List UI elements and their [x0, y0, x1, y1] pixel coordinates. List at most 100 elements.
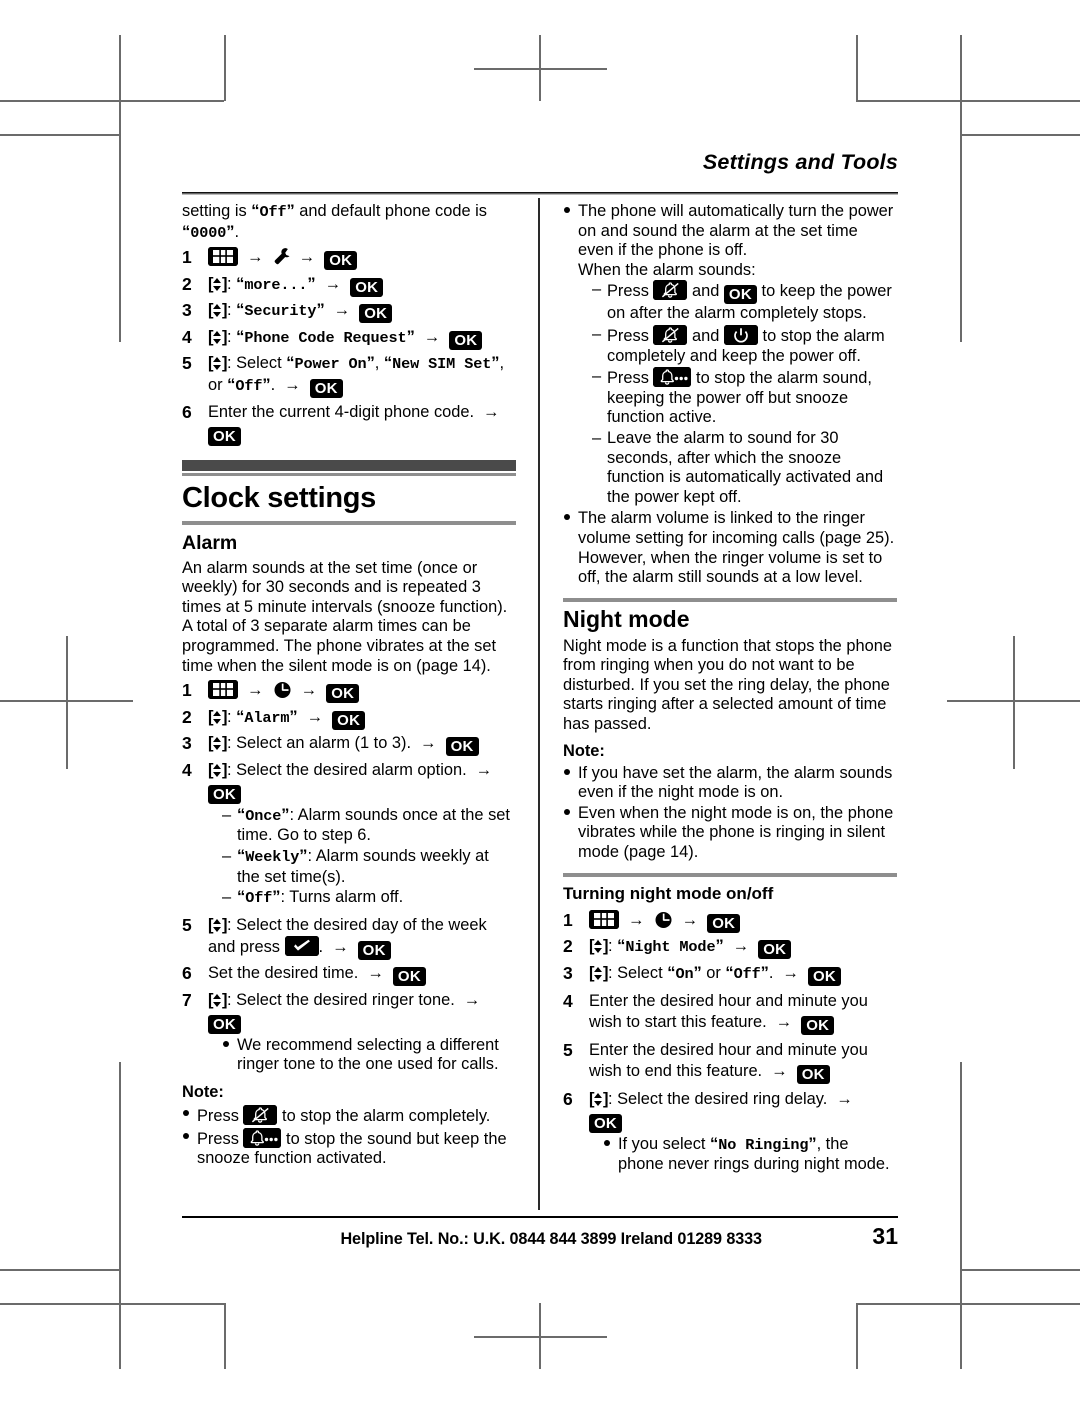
right-column: The phone will automatically turn the po… [563, 202, 897, 1179]
step-number: 3 [563, 962, 573, 983]
list-item: – “Off”: Turns alarm off. [222, 888, 516, 909]
step-select-label: Select [617, 963, 663, 982]
tip-code: No Ringing [718, 1135, 809, 1154]
list-item: – Press and OK to keep the power on afte… [592, 280, 897, 324]
step-text: Select an alarm (1 to 3). [236, 734, 412, 753]
step-row: 5 []: Select “Power On”, “New SIM Set”, … [182, 353, 516, 399]
arrow-separator: → [329, 301, 355, 320]
section-rule [563, 597, 897, 602]
list-item: – Press to stop the alarm sound, keeping… [592, 367, 897, 428]
list-item: – Press and to stop the alarm completely… [592, 324, 897, 366]
list-item: Press to stop the alarm completely. [182, 1104, 516, 1127]
arrow-separator: → [419, 327, 445, 346]
step-row: 7 []: Select the desired ringer tone. → … [182, 990, 516, 1076]
snooze-icon [243, 1127, 282, 1148]
ok-key: OK [359, 304, 393, 324]
list-item: – Leave the alarm to sound for 30 second… [592, 429, 897, 507]
dash-marker: – [222, 805, 232, 824]
sub-pre: Press [607, 326, 649, 345]
wrench-icon [273, 247, 290, 266]
nav-updown-key-icon: [] [208, 734, 228, 753]
step-body: []: “more...” → OK [208, 274, 516, 297]
night-mode-steps-list: 1 → → OK 2 []: “Night Mode” → OK 3 []:… [563, 909, 897, 1176]
menu-grid-icon [208, 247, 238, 267]
ok-key: OK [309, 379, 343, 399]
intro-post: . [234, 222, 240, 241]
arrow-separator: → [771, 1012, 797, 1031]
crop-mark-bc-h [474, 1336, 607, 1338]
ok-key: OK [332, 710, 366, 730]
nav-updown-key-icon: [] [208, 707, 228, 726]
ok-key: OK [589, 1113, 622, 1133]
list-item: We recommend selecting a different ringe… [222, 1036, 516, 1075]
alarm-sub-list: – Press and OK to keep the power on afte… [578, 280, 897, 507]
step-body: []: Select the desired day of the week a… [208, 915, 487, 960]
ok-key: OK [208, 1014, 241, 1034]
step-number: 1 [563, 909, 573, 930]
crop-mark-ml-v [66, 636, 68, 769]
intro-paragraph: setting is “Off” and default phone code … [182, 202, 487, 242]
ok-key: OK [758, 940, 792, 960]
crop-mark-bl-v [119, 1062, 121, 1369]
ok-key: OK [208, 426, 241, 446]
crop-mark-tc-h [474, 68, 607, 70]
option-code: Once [245, 806, 282, 825]
option-desc: : Turns alarm off. [280, 888, 404, 907]
step-row: 3 []: Select an alarm (1 to 3). → OK [182, 733, 516, 757]
step-body: → → OK [589, 909, 897, 933]
night-mode-section: Night mode Night mode is a function that… [563, 597, 897, 1176]
page-header-title: Settings and Tools [702, 150, 898, 174]
note-label: Note: [182, 1082, 224, 1101]
nav-updown-key-icon: [] [208, 990, 228, 1009]
crop-mark-br-v2 [856, 1303, 858, 1369]
menu-grid-icon [208, 680, 238, 700]
alarm-description: An alarm sounds at the set time (once or… [182, 558, 508, 675]
intro-value-code: 0000 [190, 223, 227, 242]
ok-key: OK [350, 277, 384, 297]
manual-page: Settings and Tools setting is “Off” and … [182, 150, 898, 1260]
crop-mark-tl-h [0, 100, 224, 102]
step-value: Alarm [244, 708, 290, 727]
note-label: Note: [563, 741, 605, 760]
column-divider [538, 198, 540, 1210]
step-number: 6 [182, 963, 192, 984]
step-text: Enter the current 4-digit phone code. [208, 402, 475, 421]
ok-key: OK [357, 940, 391, 960]
step-number: 6 [563, 1088, 573, 1109]
nav-updown-key-icon: [] [208, 274, 228, 293]
dash-marker: – [592, 280, 602, 299]
section-band-thin [182, 472, 516, 476]
step-period: . [768, 963, 774, 982]
step-row: 3 []: “Security” → OK [182, 300, 516, 324]
left-column: setting is “Off” and default phone code … [182, 202, 516, 1170]
step-body: []: “Security” → OK [208, 300, 516, 324]
ok-key: OK [392, 967, 426, 987]
crop-mark-bl-h [0, 1303, 224, 1305]
note-text: Even when the night mode is on, the phon… [578, 803, 894, 862]
bullet-marker [563, 764, 578, 803]
step-value: more... [244, 275, 308, 294]
crop-mark-br-h [856, 1303, 1080, 1305]
page-footer: Helpline Tel. No.: U.K. 0844 844 3899 Ir… [182, 1223, 898, 1250]
option-text: “Off”: Turns alarm off. [237, 888, 404, 908]
step-text-b: . [318, 937, 324, 956]
note-text: Press to stop the sound but keep the sno… [197, 1127, 516, 1169]
dash-marker: – [592, 324, 602, 343]
option-code: Off [245, 889, 273, 908]
step-number: 7 [182, 989, 192, 1010]
bullet-marker [563, 509, 578, 587]
volume-note-text: The alarm volume is linked to the ringer… [578, 509, 895, 587]
bullet-marker [603, 1135, 618, 1175]
check-key-icon [284, 935, 319, 956]
ok-key: OK [707, 913, 741, 933]
step-number: 1 [182, 680, 192, 701]
note-lead: The phone will automatically turn the po… [578, 202, 894, 260]
footer-rule [182, 1216, 898, 1218]
nav-updown-key-icon: [] [208, 301, 228, 320]
step-row: 3 []: Select “On” or “Off”. → OK [563, 963, 897, 986]
alarm-off-icon [653, 324, 688, 345]
step-text: Select the desired alarm option. [236, 760, 467, 779]
subsection-rule [563, 872, 897, 877]
ok-key: OK [324, 251, 358, 271]
ok-key: OK [801, 1015, 835, 1035]
